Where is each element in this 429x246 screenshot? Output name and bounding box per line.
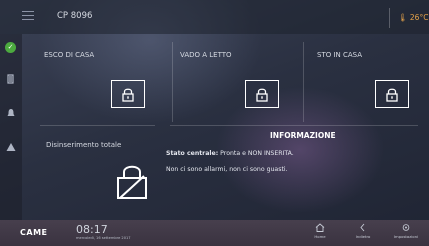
camera-icon[interactable] bbox=[6, 74, 16, 84]
info-title: INFORMAZIONE bbox=[270, 131, 336, 140]
divider bbox=[303, 42, 304, 122]
menu-icon[interactable] bbox=[22, 11, 34, 21]
unlock-crossed-icon bbox=[117, 165, 147, 199]
scenario-esco-di-casa[interactable]: ESCO DI CASA bbox=[40, 40, 170, 122]
back-label: Indietro bbox=[355, 234, 371, 239]
warning-icon[interactable] bbox=[6, 142, 16, 152]
sidebar: ✓ bbox=[0, 34, 22, 220]
bottom-bar: CAME 08:17 mercoledì, 16 settembre 2017 … bbox=[0, 220, 429, 246]
disarm-label: Disinserimento totale bbox=[46, 141, 122, 149]
clock-time: 08:17 bbox=[76, 223, 108, 236]
settings-button[interactable]: Impostazioni bbox=[386, 223, 426, 245]
lock-icon bbox=[111, 80, 145, 108]
lock-icon bbox=[245, 80, 279, 108]
lock-icon bbox=[375, 80, 409, 108]
back-button[interactable]: Indietro bbox=[343, 223, 383, 245]
central-status-label: Stato centrale: bbox=[166, 150, 219, 157]
back-icon bbox=[360, 223, 365, 232]
divider bbox=[40, 125, 155, 126]
scenario-label: VADO A LETTO bbox=[180, 51, 232, 59]
settings-icon bbox=[402, 224, 410, 231]
central-status: Stato centrale: Pronta e NON INSERITA. bbox=[166, 150, 294, 157]
disarm-total-button[interactable]: Disinserimento totale bbox=[40, 128, 165, 214]
device-name: CP 8096 bbox=[57, 11, 93, 21]
scenario-label: ESCO DI CASA bbox=[44, 51, 95, 59]
divider bbox=[170, 125, 418, 126]
scenario-label: STO IN CASA bbox=[317, 51, 363, 59]
scenario-vado-a-letto[interactable]: VADO A LETTO bbox=[176, 40, 301, 122]
bell-icon[interactable] bbox=[6, 108, 16, 118]
temperature-readout: 🌡 26°C bbox=[389, 8, 429, 28]
divider bbox=[172, 42, 173, 122]
central-status-value: Pronta e NON INSERITA. bbox=[220, 150, 294, 157]
top-bar: CP 8096 🌡 26°C bbox=[0, 0, 429, 34]
status-ok-icon[interactable]: ✓ bbox=[5, 42, 16, 53]
info-message: Non ci sono allarmi, non ci sono guasti. bbox=[166, 166, 288, 173]
brand-logo: CAME bbox=[20, 228, 48, 237]
home-label: Home bbox=[314, 234, 326, 239]
clock-date: mercoledì, 16 settembre 2017 bbox=[76, 236, 131, 240]
home-icon bbox=[315, 223, 325, 232]
scenario-sto-in-casa[interactable]: STO IN CASA bbox=[307, 40, 427, 122]
home-button[interactable]: Home bbox=[300, 223, 340, 245]
settings-label: Impostazioni bbox=[393, 234, 419, 239]
